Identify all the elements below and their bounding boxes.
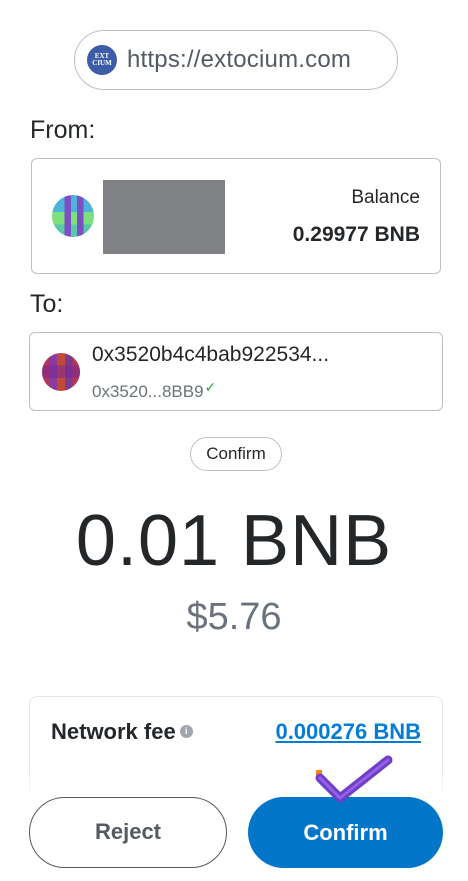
info-icon[interactable]: i [179, 724, 193, 738]
confirm-tag-button[interactable]: Confirm [190, 437, 282, 471]
to-label: To: [30, 290, 64, 318]
network-fee-label: Network fee i [51, 719, 193, 745]
fiat-amount: $5.76 [186, 596, 282, 638]
from-account-card[interactable]: b Balance 0.29977 BNB [31, 158, 441, 274]
checkmark-cursor-icon [315, 755, 393, 803]
balance-value: 0.29977 BNB [292, 223, 420, 246]
reject-button[interactable]: Reject [29, 797, 227, 868]
balance-label: Balance [351, 187, 420, 208]
recipient-address: 0x3520b4c4bab922534... [92, 343, 330, 366]
account-avatar [52, 195, 94, 237]
from-label: From: [30, 116, 96, 144]
transfer-amount: 0.01 BNB [75, 501, 393, 581]
verified-check-icon: ✓ [204, 379, 217, 395]
recipient-avatar [42, 353, 80, 391]
origin-pill: EXT CIUM https://extocium.com [74, 30, 398, 90]
recipient-card[interactable]: 0x3520b4c4bab922534... 0x3520...8BB9✓ [29, 332, 443, 411]
network-fee-value[interactable]: 0.000276 BNB [275, 719, 421, 745]
origin-url: https://extocium.com [127, 46, 352, 73]
redacted-account-name [103, 180, 225, 254]
site-logo-icon: EXT CIUM [87, 45, 117, 75]
recipient-short-address: 0x3520...8BB9✓ [92, 379, 217, 401]
